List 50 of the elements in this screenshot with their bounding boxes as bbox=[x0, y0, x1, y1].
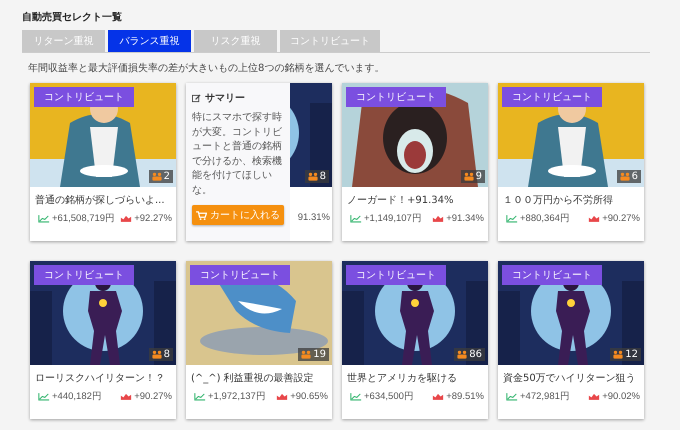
rate-value: +92.27% bbox=[134, 213, 172, 224]
profit-value: +61,508,719円 bbox=[52, 212, 116, 225]
rate-value: +90.65% bbox=[290, 391, 328, 402]
count-number: 12 bbox=[625, 349, 638, 360]
strategy-card[interactable]: コントリビュート 19 (^_^) 利益重視の最善設定 +1,972,137円 +90.65% bbox=[186, 261, 332, 419]
rate-value: +89.51% bbox=[446, 391, 484, 402]
strategy-name: 世界とアメリカを駆ける bbox=[347, 372, 458, 385]
category-label: コントリビュート bbox=[34, 265, 134, 285]
category-label: コントリビュート bbox=[346, 265, 446, 285]
profit-value: +880,364円 bbox=[520, 212, 570, 225]
profit-value: +1,149,107円 bbox=[364, 212, 422, 225]
strategy-name: ノーガード！+91.34% bbox=[347, 194, 455, 207]
rate-value: +90.02% bbox=[602, 391, 640, 402]
count-number: 2 bbox=[164, 171, 170, 182]
category-label: コントリビュート bbox=[190, 265, 290, 285]
strategy-card[interactable]: コントリビュート 86 世界とアメリカを駆ける +634,500円 +89.51% bbox=[342, 261, 488, 419]
popup-heading: サマリー bbox=[205, 92, 245, 105]
count-number: 8 bbox=[320, 171, 326, 182]
count-number: 86 bbox=[469, 349, 482, 360]
category-label: コントリビュート bbox=[502, 87, 602, 107]
count-number: 6 bbox=[632, 171, 638, 182]
category-label: コントリビュート bbox=[346, 87, 446, 107]
rate-value: +90.27% bbox=[602, 213, 640, 224]
profit-value: +472,981円 bbox=[520, 390, 570, 403]
strategy-card[interactable]: コントリビュート 8 ローリスクハイリターン！？ +440,182円 +90.27% bbox=[30, 261, 176, 419]
strategy-name: (^_^) 利益重視の最善設定 bbox=[191, 372, 315, 385]
rate-value: +90.27% bbox=[134, 391, 172, 402]
profit-value: +1,972,137円 bbox=[208, 390, 266, 403]
count-number: 9 bbox=[476, 171, 482, 182]
description: 年間収益率と最大評価損失率の差が大きいもの上位8つの銘柄を選んでいます。 bbox=[28, 62, 386, 75]
strategy-card[interactable]: コントリビュート 2 普通の銘柄が探しづらいよ... +61,508,719円 +92.27% bbox=[30, 83, 176, 241]
strategy-card[interactable]: コントリビュート 9 ノーガード！+91.34% +1,149,107円 +91.34% bbox=[342, 83, 488, 241]
summary-text: 特にスマホで探す時が大変。コントリビュートと普通の銘柄で分けるか、検索機能を付けてほしいな。 bbox=[192, 111, 283, 198]
rate-value: +91.34% bbox=[446, 213, 484, 224]
rate-value: 91.31% bbox=[298, 212, 330, 223]
strategy-name: 資金50万でハイリターン狙う bbox=[503, 372, 637, 385]
strategy-name: １００万円から不労所得 bbox=[503, 194, 614, 207]
count-number: 8 bbox=[164, 349, 170, 360]
tab[interactable]: バランス重視 bbox=[108, 30, 191, 52]
strategy-name: ローリスクハイリターン！？ bbox=[35, 372, 166, 385]
strategy-name: 普通の銘柄が探しづらいよ... bbox=[35, 194, 166, 207]
strategy-card[interactable]: サマリー 特にスマホで探す時が大変。コントリビュートと普通の銘柄で分けるか、検索機能を付けてほしいな。 カートに入れる 8 91.31% bbox=[186, 83, 332, 241]
page-title: 自動売買セレクト一覧 bbox=[22, 10, 123, 24]
profit-value: +440,182円 bbox=[52, 390, 102, 403]
category-label: コントリビュート bbox=[34, 87, 134, 107]
count-number: 19 bbox=[313, 349, 326, 360]
category-label: コントリビュート bbox=[502, 265, 602, 285]
strategy-card[interactable]: コントリビュート 6 １００万円から不労所得 +880,364円 +90.27% bbox=[498, 83, 644, 241]
profit-value: +634,500円 bbox=[364, 390, 414, 403]
strategy-card[interactable]: コントリビュート 12 資金50万でハイリターン狙う +472,981円 +90.02% bbox=[498, 261, 644, 419]
